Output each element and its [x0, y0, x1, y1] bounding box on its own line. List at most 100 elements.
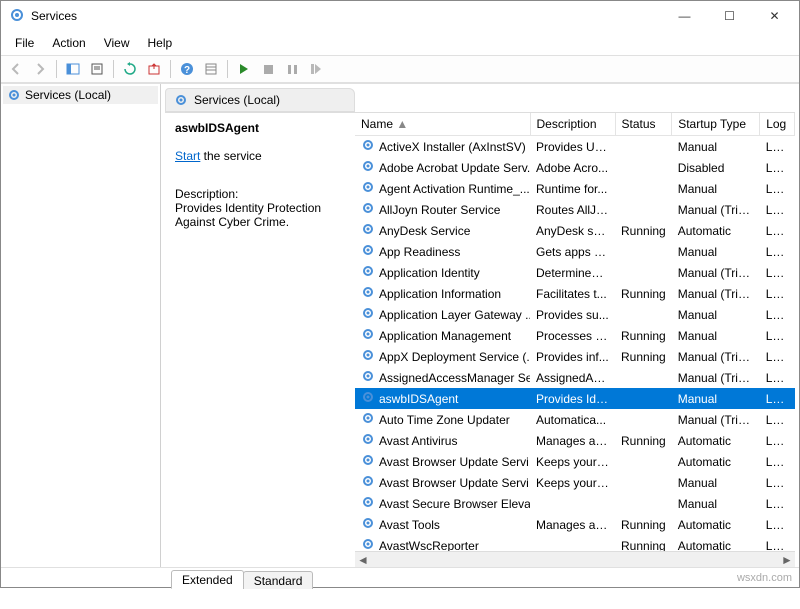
scroll-left-icon[interactable]: ◄ — [355, 552, 371, 568]
service-status — [615, 178, 672, 199]
service-log: Loca — [760, 157, 795, 178]
gear-icon — [361, 495, 375, 512]
scroll-right-icon[interactable]: ► — [779, 552, 795, 568]
service-desc: AssignedAc... — [530, 367, 615, 388]
table-row[interactable]: AssignedAccessManager Se...AssignedAc...… — [355, 367, 795, 388]
export-button[interactable] — [143, 58, 165, 80]
service-log: Loca — [760, 472, 795, 493]
service-log: Loca — [760, 283, 795, 304]
service-desc: Provides Ide... — [530, 388, 615, 409]
table-row[interactable]: Application IdentityDetermines ...Manual… — [355, 262, 795, 283]
gear-icon — [361, 369, 375, 386]
service-log: Loca — [760, 514, 795, 535]
window-title: Services — [31, 9, 662, 23]
col-startup-header[interactable]: Startup Type — [672, 113, 760, 136]
service-status — [615, 472, 672, 493]
back-button[interactable] — [5, 58, 27, 80]
menu-file[interactable]: File — [7, 33, 42, 53]
pause-service-button[interactable] — [281, 58, 303, 80]
forward-button[interactable] — [29, 58, 51, 80]
service-log: Loca — [760, 220, 795, 241]
table-row[interactable]: Adobe Acrobat Update Serv...Adobe Acro..… — [355, 157, 795, 178]
service-status: Running — [615, 325, 672, 346]
service-name: Application Information — [379, 287, 501, 301]
table-row[interactable]: Application ManagementProcesses in...Run… — [355, 325, 795, 346]
menu-action[interactable]: Action — [44, 33, 93, 53]
service-startup: Manual (Trig... — [672, 409, 760, 430]
service-log: Loca — [760, 493, 795, 514]
service-log: Loca — [760, 325, 795, 346]
service-log: Loca — [760, 367, 795, 388]
menu-bar: File Action View Help — [1, 31, 799, 55]
service-status — [615, 367, 672, 388]
properties-button[interactable] — [86, 58, 108, 80]
col-log-header[interactable]: Log — [760, 113, 795, 136]
table-row[interactable]: Avast Browser Update Servi...Keeps your … — [355, 451, 795, 472]
service-name: AssignedAccessManager Se... — [379, 371, 530, 385]
service-startup: Manual — [672, 388, 760, 409]
service-log: Loca — [760, 199, 795, 220]
service-name: AppX Deployment Service (... — [379, 350, 530, 364]
table-row[interactable]: ActiveX Installer (AxInstSV)Provides Us.… — [355, 136, 795, 158]
table-row[interactable]: Agent Activation Runtime_...Runtime for.… — [355, 178, 795, 199]
menu-help[interactable]: Help — [140, 33, 181, 53]
stop-service-button[interactable] — [257, 58, 279, 80]
menu-view[interactable]: View — [96, 33, 138, 53]
table-row[interactable]: aswbIDSAgentProvides Ide...ManualLoca — [355, 388, 795, 409]
start-link[interactable]: Start — [175, 149, 200, 163]
table-row[interactable]: App ReadinessGets apps re...ManualLoca — [355, 241, 795, 262]
gear-icon — [361, 474, 375, 491]
title-bar: Services — ☐ ✕ — [1, 1, 799, 31]
table-row[interactable]: Avast ToolsManages an...RunningAutomatic… — [355, 514, 795, 535]
horizontal-scrollbar[interactable]: ◄ ► — [355, 551, 795, 567]
service-table-wrap[interactable]: Name ▲ Description Status Startup Type L… — [355, 113, 795, 551]
service-name: Application Identity — [379, 266, 480, 280]
table-row[interactable]: Application Layer Gateway ...Provides su… — [355, 304, 795, 325]
service-status — [615, 199, 672, 220]
refresh-button[interactable] — [119, 58, 141, 80]
table-row[interactable]: Avast AntivirusManages an...RunningAutom… — [355, 430, 795, 451]
service-startup: Disabled — [672, 157, 760, 178]
table-row[interactable]: AvastWscReporterRunningAutomaticLoca — [355, 535, 795, 551]
start-service-button[interactable] — [233, 58, 255, 80]
gear-icon — [361, 180, 375, 197]
service-status: Running — [615, 283, 672, 304]
list-column: Name ▲ Description Status Startup Type L… — [355, 113, 795, 567]
table-row[interactable]: Application InformationFacilitates t...R… — [355, 283, 795, 304]
service-startup: Manual — [672, 136, 760, 158]
list-button[interactable] — [200, 58, 222, 80]
minimize-button[interactable]: — — [662, 1, 707, 31]
tree-node-services-local[interactable]: Services (Local) — [3, 86, 158, 104]
service-name: Avast Browser Update Servi... — [379, 476, 530, 490]
show-hide-tree-button[interactable] — [62, 58, 84, 80]
restart-service-button[interactable] — [305, 58, 327, 80]
service-desc: Gets apps re... — [530, 241, 615, 262]
table-row[interactable]: AnyDesk ServiceAnyDesk su...RunningAutom… — [355, 220, 795, 241]
service-name: Auto Time Zone Updater — [379, 413, 510, 427]
table-row[interactable]: AppX Deployment Service (...Provides inf… — [355, 346, 795, 367]
service-startup: Manual (Trig... — [672, 367, 760, 388]
service-status — [615, 451, 672, 472]
tree-pane: Services (Local) — [1, 84, 161, 567]
table-row[interactable]: Auto Time Zone UpdaterAutomatica...Manua… — [355, 409, 795, 430]
service-startup: Manual — [672, 472, 760, 493]
service-log: Loca — [760, 430, 795, 451]
col-desc-header[interactable]: Description — [530, 113, 615, 136]
bottom-tabs: Extended Standard — [1, 567, 799, 589]
detail-service-name: aswbIDSAgent — [175, 121, 345, 135]
services-app-icon — [9, 7, 25, 26]
service-name: aswbIDSAgent — [379, 392, 458, 406]
table-row[interactable]: AllJoyn Router ServiceRoutes AllJo...Man… — [355, 199, 795, 220]
service-name: AnyDesk Service — [379, 224, 470, 238]
col-status-header[interactable]: Status — [615, 113, 672, 136]
table-row[interactable]: Avast Browser Update Servi...Keeps your … — [355, 472, 795, 493]
service-startup: Automatic — [672, 220, 760, 241]
close-button[interactable]: ✕ — [752, 1, 797, 31]
table-row[interactable]: Avast Secure Browser Elevat...ManualLoca — [355, 493, 795, 514]
help-button[interactable]: ? — [176, 58, 198, 80]
tab-extended[interactable]: Extended — [171, 570, 244, 589]
maximize-button[interactable]: ☐ — [707, 1, 752, 31]
table-header-row: Name ▲ Description Status Startup Type L… — [355, 113, 795, 136]
col-name-header[interactable]: Name — [361, 117, 393, 131]
tab-standard[interactable]: Standard — [243, 571, 314, 589]
